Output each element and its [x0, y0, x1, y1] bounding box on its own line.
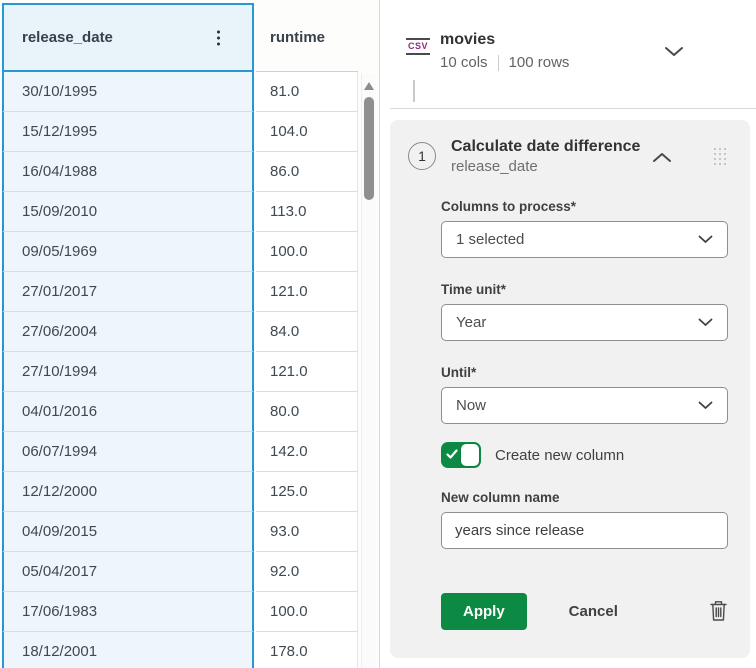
scroll-up-arrow-icon[interactable] — [364, 82, 374, 90]
panel-divider — [390, 108, 756, 109]
cell-release-date[interactable]: 04/09/2015 — [2, 512, 254, 552]
time-unit-label: Time unit* — [441, 282, 728, 297]
step-card-calculate-date-difference: 1 Calculate date difference release_date… — [390, 120, 750, 658]
step-number-badge: 1 — [408, 142, 436, 170]
table-row: 12/12/2000 125.0 — [0, 472, 360, 512]
column-header-label: release_date — [22, 29, 113, 46]
step-connector-line — [413, 80, 415, 102]
new-column-name-input[interactable] — [441, 512, 728, 549]
cell-runtime[interactable]: 125.0 — [256, 472, 358, 512]
cell-runtime[interactable]: 81.0 — [256, 72, 358, 112]
cell-runtime[interactable]: 142.0 — [256, 432, 358, 472]
meta-divider — [498, 55, 499, 71]
column-header-release-date[interactable]: release_date — [2, 3, 254, 72]
table-row: 18/12/2001 178.0 — [0, 632, 360, 668]
column-header-runtime[interactable]: runtime — [256, 3, 358, 72]
csv-file-type-label: CSV — [405, 40, 431, 53]
cell-runtime[interactable]: 178.0 — [256, 632, 358, 668]
cell-runtime[interactable]: 121.0 — [256, 352, 358, 392]
dataset-meta: 10 cols 100 rows — [440, 54, 569, 71]
table-body: 30/10/1995 81.0 15/12/1995 104.0 16/04/1… — [0, 72, 360, 668]
step-subtitle: release_date — [451, 157, 640, 177]
scrollbar-thumb[interactable] — [364, 97, 374, 200]
cell-release-date[interactable]: 27/10/1994 — [2, 352, 254, 392]
chevron-up-icon[interactable] — [652, 150, 672, 168]
cell-release-date[interactable]: 17/06/1983 — [2, 592, 254, 632]
create-new-column-toggle[interactable] — [441, 442, 481, 468]
cancel-button[interactable]: Cancel — [569, 603, 618, 620]
cell-release-date[interactable]: 15/09/2010 — [2, 192, 254, 232]
cell-runtime[interactable]: 100.0 — [256, 592, 358, 632]
cell-release-date[interactable]: 04/01/2016 — [2, 392, 254, 432]
cell-release-date[interactable]: 12/12/2000 — [2, 472, 254, 512]
column-header-label: runtime — [270, 29, 325, 46]
cell-runtime[interactable]: 80.0 — [256, 392, 358, 432]
data-table: release_date runtime 30/10/1995 81.0 15/… — [0, 0, 380, 668]
cell-release-date[interactable]: 06/07/1994 — [2, 432, 254, 472]
chevron-down-icon — [698, 401, 713, 410]
dataset-rows-count: 100 rows — [509, 54, 570, 71]
trash-icon — [709, 600, 728, 622]
chevron-down-icon — [698, 318, 713, 327]
table-row: 06/07/1994 142.0 — [0, 432, 360, 472]
table-row: 27/06/2004 84.0 — [0, 312, 360, 352]
cell-runtime[interactable]: 100.0 — [256, 232, 358, 272]
csv-file-icon: CSV — [405, 38, 431, 55]
check-icon — [446, 449, 458, 460]
cell-release-date[interactable]: 27/06/2004 — [2, 312, 254, 352]
table-row: 09/05/1969 100.0 — [0, 232, 360, 272]
table-row: 27/10/1994 121.0 — [0, 352, 360, 392]
prep-panel: CSV movies 10 cols 100 rows 1 Calculate … — [380, 0, 756, 668]
column-menu-kebab-icon[interactable] — [213, 26, 224, 49]
cell-runtime[interactable]: 84.0 — [256, 312, 358, 352]
cell-runtime[interactable]: 121.0 — [256, 272, 358, 312]
table-row: 05/04/2017 92.0 — [0, 552, 360, 592]
select-value: Year — [456, 314, 698, 331]
time-unit-select[interactable]: Year — [441, 304, 728, 341]
table-row: 30/10/1995 81.0 — [0, 72, 360, 112]
cell-release-date[interactable]: 18/12/2001 — [2, 632, 254, 668]
cell-runtime[interactable]: 93.0 — [256, 512, 358, 552]
delete-step-button[interactable] — [709, 600, 728, 625]
table-row: 27/01/2017 121.0 — [0, 272, 360, 312]
vertical-scrollbar[interactable] — [361, 74, 376, 668]
chevron-down-icon — [698, 235, 713, 244]
table-row: 15/09/2010 113.0 — [0, 192, 360, 232]
until-select[interactable]: Now — [441, 387, 728, 424]
table-header-row: release_date runtime — [0, 3, 379, 72]
new-column-name-label: New column name — [441, 490, 728, 505]
table-row: 15/12/1995 104.0 — [0, 112, 360, 152]
toggle-label: Create new column — [495, 447, 624, 464]
select-value: Now — [456, 397, 698, 414]
cell-release-date[interactable]: 30/10/1995 — [2, 72, 254, 112]
until-label: Until* — [441, 365, 728, 380]
drag-handle-icon[interactable] — [712, 146, 728, 167]
cell-release-date[interactable]: 15/12/1995 — [2, 112, 254, 152]
cell-runtime[interactable]: 113.0 — [256, 192, 358, 232]
table-row: 17/06/1983 100.0 — [0, 592, 360, 632]
dataset-cols-count: 10 cols — [440, 54, 488, 71]
cell-release-date[interactable]: 09/05/1969 — [2, 232, 254, 272]
columns-to-process-select[interactable]: 1 selected — [441, 221, 728, 258]
dataset-name: movies — [440, 30, 569, 50]
table-row: 04/01/2016 80.0 — [0, 392, 360, 432]
cell-release-date[interactable]: 05/04/2017 — [2, 552, 254, 592]
cell-runtime[interactable]: 86.0 — [256, 152, 358, 192]
apply-button[interactable]: Apply — [441, 593, 527, 630]
chevron-down-icon[interactable] — [664, 44, 684, 62]
dataset-header[interactable]: CSV movies 10 cols 100 rows — [380, 30, 756, 78]
table-row: 16/04/1988 86.0 — [0, 152, 360, 192]
cell-release-date[interactable]: 16/04/1988 — [2, 152, 254, 192]
cell-runtime[interactable]: 92.0 — [256, 552, 358, 592]
cell-runtime[interactable]: 104.0 — [256, 112, 358, 152]
columns-to-process-label: Columns to process* — [441, 199, 728, 214]
cell-release-date[interactable]: 27/01/2017 — [2, 272, 254, 312]
table-row: 04/09/2015 93.0 — [0, 512, 360, 552]
toggle-knob — [461, 444, 479, 466]
step-title: Calculate date difference — [451, 136, 640, 157]
select-value: 1 selected — [456, 231, 698, 248]
